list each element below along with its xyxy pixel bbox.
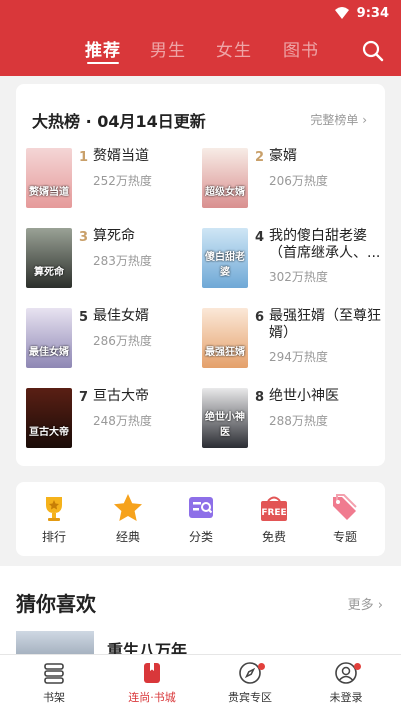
wifi-icon <box>334 7 349 19</box>
menu-ranking[interactable]: 排行 <box>24 492 84 545</box>
bottom-nav: 书架 连尚·书城 贵宾专区 未登录 <box>0 654 401 710</box>
book-cover: 算死命 <box>26 228 72 288</box>
book-title: 豪婿 <box>269 148 297 164</box>
bookshelf-icon <box>44 663 64 684</box>
book-heat: 206万热度 <box>269 174 328 188</box>
book-rank: 3 <box>79 230 89 245</box>
ranking-book[interactable]: 最强狂婿 6 最强狂婿（至尊狂婿） 294万热度 <box>192 308 381 372</box>
book-heat: 294万热度 <box>269 350 328 364</box>
ranking-book[interactable]: 亘古大帝 7 亘古大帝 248万热度 <box>16 388 196 452</box>
ranking-book[interactable]: 超级女婿 2 豪婿 206万热度 <box>192 148 372 212</box>
ranking-card: 大热榜 · 04月14日更新 完整榜单 › 赘婿当道 1 赘婿当道 252万热度… <box>16 84 385 466</box>
ranking-book[interactable]: 算死命 3 算死命 283万热度 <box>16 228 196 292</box>
quick-menu: 排行 经典 分类 FREE 免费 专题 <box>16 482 385 556</box>
book-title: 算死命 <box>93 228 135 244</box>
top-tabs: 推荐 男生 女生 图书 <box>0 36 401 66</box>
status-time: 9:34 <box>356 5 389 21</box>
nav-label: 未登录 <box>329 691 363 704</box>
trophy-icon <box>46 497 62 521</box>
book-title: 最佳女婿 <box>93 308 149 324</box>
more-link[interactable]: 更多 › <box>348 594 383 613</box>
ranking-book[interactable]: 赘婿当道 1 赘婿当道 252万热度 <box>16 148 196 212</box>
nav-label: 贵宾专区 <box>228 691 272 704</box>
book-rank: 5 <box>79 310 89 325</box>
book-rank: 6 <box>255 310 265 325</box>
notification-dot <box>258 663 265 670</box>
book-cover: 亘古大帝 <box>26 388 72 448</box>
full-ranking-link[interactable]: 完整榜单 › <box>310 111 367 128</box>
book-heat: 248万热度 <box>93 414 152 428</box>
free-icon: FREE <box>261 496 287 521</box>
bookstore-icon <box>144 663 160 683</box>
menu-label: 经典 <box>115 530 140 544</box>
nav-bookstore[interactable]: 连尚·书城 <box>102 659 202 705</box>
book-heat: 286万热度 <box>93 334 152 348</box>
tag-icon <box>333 494 357 520</box>
book-rank: 4 <box>255 230 265 245</box>
book-heat: 288万热度 <box>269 414 328 428</box>
menu-classic[interactable]: 经典 <box>98 492 158 545</box>
book-title: 最强狂婿（至尊狂婿） <box>269 308 381 341</box>
book-cover: 傻白甜老婆 <box>202 228 248 288</box>
svg-text:FREE: FREE <box>261 508 286 518</box>
nav-bookshelf[interactable]: 书架 <box>4 659 104 705</box>
book-rank: 1 <box>79 150 89 165</box>
book-cover: 超级女婿 <box>202 148 248 208</box>
nav-vip[interactable]: 贵宾专区 <box>200 659 300 705</box>
nav-label: 书架 <box>43 691 65 704</box>
book-title: 我的傻白甜老婆（首席继承人、... <box>269 228 381 261</box>
book-cover: 赘婿当道 <box>26 148 72 208</box>
ranking-title: 大热榜 · 04月14日更新 <box>32 112 206 131</box>
tab-female[interactable]: 女生 <box>216 36 252 61</box>
notification-dot <box>354 663 361 670</box>
book-cover: 最强狂婿 <box>202 308 248 368</box>
guess-title: 猜你喜欢 <box>16 592 96 616</box>
menu-label: 分类 <box>188 530 213 544</box>
book-title: 绝世小神医 <box>269 388 339 404</box>
ranking-book[interactable]: 最佳女婿 5 最佳女婿 286万热度 <box>16 308 196 372</box>
book-rank: 8 <box>255 390 265 405</box>
book-title: 亘古大帝 <box>93 388 149 404</box>
menu-topic[interactable]: 专题 <box>315 492 375 545</box>
book-cover: 绝世小神医 <box>202 388 248 448</box>
menu-free[interactable]: FREE 免费 <box>244 492 304 545</box>
book-heat: 283万热度 <box>93 254 152 268</box>
guess-section: 猜你喜欢 更多 › 重生八万年 <box>0 566 401 661</box>
star-icon <box>114 494 142 521</box>
ranking-book[interactable]: 傻白甜老婆 4 我的傻白甜老婆（首席继承人、... 302万热度 <box>192 228 380 292</box>
category-icon <box>189 497 213 518</box>
tab-male[interactable]: 男生 <box>150 36 186 61</box>
tab-books[interactable]: 图书 <box>283 36 319 61</box>
tab-recommend[interactable]: 推荐 <box>85 36 121 64</box>
book-title: 赘婿当道 <box>93 148 149 164</box>
menu-label: 专题 <box>332 530 357 544</box>
search-icon[interactable] <box>362 40 384 62</box>
status-bar: 9:34 <box>334 4 389 22</box>
menu-category[interactable]: 分类 <box>171 492 231 545</box>
ranking-book[interactable]: 绝世小神医 8 绝世小神医 288万热度 <box>192 388 372 452</box>
book-rank: 2 <box>255 150 265 165</box>
nav-login[interactable]: 未登录 <box>296 659 396 705</box>
nav-label: 连尚·书城 <box>128 691 176 704</box>
menu-label: 免费 <box>261 530 286 544</box>
book-heat: 252万热度 <box>93 174 152 188</box>
menu-label: 排行 <box>41 530 66 544</box>
book-rank: 7 <box>79 390 89 405</box>
book-heat: 302万热度 <box>269 270 328 284</box>
app-header: 9:34 推荐 男生 女生 图书 <box>0 0 401 76</box>
book-cover: 最佳女婿 <box>26 308 72 368</box>
